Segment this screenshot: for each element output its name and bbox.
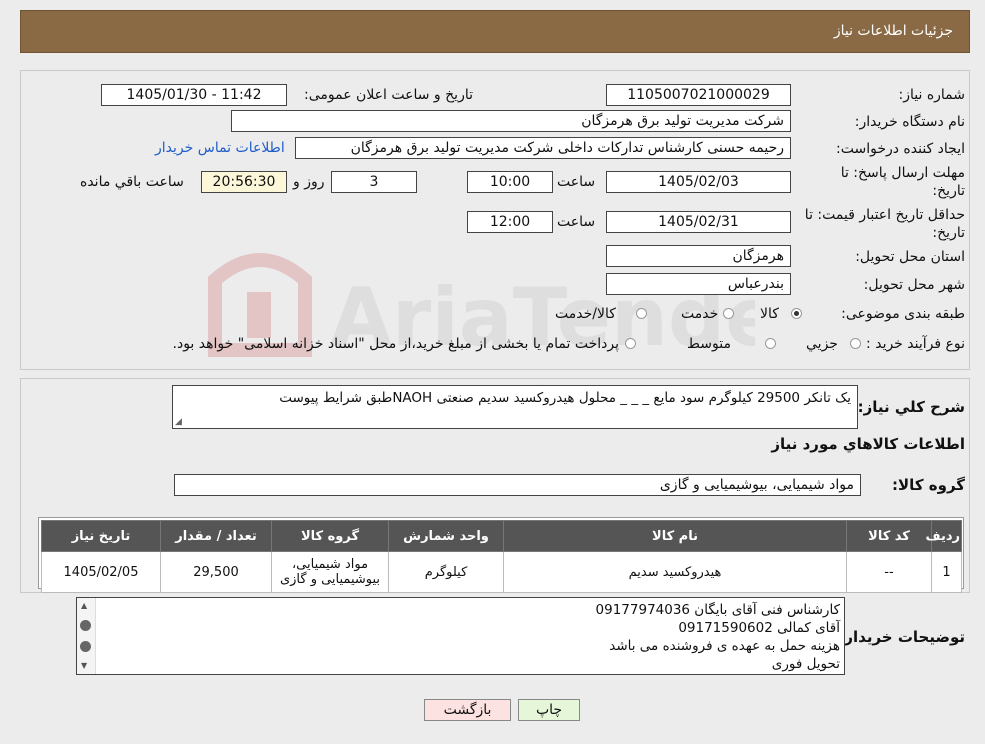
col-need-date: تاریخ نیاز xyxy=(41,520,161,552)
deadline-date-field: 1405/02/03 xyxy=(606,171,791,193)
goods-table: تاریخ نیاز تعداد / مقدار گروه کالا واحد … xyxy=(41,520,962,593)
description-text: یک تانکر 29500 کیلوگرم سود مایع _ _ _ مح… xyxy=(279,390,851,406)
cell-quantity: 29,500 xyxy=(160,551,272,593)
days-label: روز و xyxy=(293,174,325,190)
col-unit: واحد شمارش xyxy=(388,520,504,552)
scroll-thumb[interactable] xyxy=(80,620,91,631)
category-label: طبقه بندی موضوعی: xyxy=(841,306,965,322)
treasury-checkbox[interactable] xyxy=(625,338,636,349)
deadline-time-field: 10:00 xyxy=(467,171,553,193)
process-medium-label: متوسط xyxy=(687,336,731,352)
category-goods-radio[interactable] xyxy=(791,308,802,319)
goods-group-label: گروه کالا: xyxy=(892,476,965,494)
deadline-time-label: ساعت xyxy=(557,174,596,190)
category-service-label: خدمت xyxy=(681,306,719,322)
scroll-thumb-lower[interactable] xyxy=(80,641,91,652)
validity-time-label: ساعت xyxy=(557,214,596,230)
note-line: آقای کمالی 09171590602 xyxy=(678,620,840,636)
buyer-org-label: نام دستگاه خریدار: xyxy=(854,114,965,130)
description-label: شرح کلي نياز: xyxy=(857,398,965,416)
process-partial-label: جزیي xyxy=(806,336,838,352)
description-textarea[interactable]: یک تانکر 29500 کیلوگرم سود مایع _ _ _ مح… xyxy=(172,385,858,429)
col-goods-name: نام کالا xyxy=(503,520,847,552)
requester-field: رحیمه حسنی کارشناس تدارکات داخلی شرکت مد… xyxy=(295,137,791,159)
validity-time-field: 12:00 xyxy=(467,211,553,233)
process-medium-radio[interactable] xyxy=(765,338,776,349)
cell-goods-group: مواد شیمیایی، بیوشیمیایی و گازی xyxy=(271,551,389,593)
col-quantity: تعداد / مقدار xyxy=(160,520,272,552)
process-label: نوع فرآیند خرید : xyxy=(866,336,965,352)
buyer-notes-textarea[interactable]: ▲ ▼ کارشناس فنی آقای بایگان 09177974036 … xyxy=(76,597,845,675)
category-both-radio[interactable] xyxy=(636,308,647,319)
col-goods-code: کد کالا xyxy=(846,520,932,552)
announce-label: تاریخ و ساعت اعلان عمومی: xyxy=(304,87,473,103)
contact-info-link[interactable]: اطلاعات تماس خریدار xyxy=(155,140,285,156)
province-label: استان محل تحویل: xyxy=(855,249,965,265)
resize-handle-icon[interactable]: ◢ xyxy=(175,417,182,427)
deadline-label: مهلت ارسال پاسخ: تا xyxy=(840,165,965,181)
buyer-notes-label: توضیحات خریدار: xyxy=(838,628,965,646)
city-field: بندرعباس xyxy=(606,273,791,295)
deadline-label-date: تاریخ: xyxy=(932,183,965,199)
cell-goods-code: -- xyxy=(846,551,932,593)
table-header-row: تاریخ نیاز تعداد / مقدار گروه کالا واحد … xyxy=(41,520,962,552)
cell-unit: کیلوگرم xyxy=(388,551,504,593)
need-number-label: شماره نیاز: xyxy=(898,87,966,103)
table-row: 1405/02/05 29,500 مواد شیمیایی، بیوشیمیا… xyxy=(41,551,962,593)
col-goods-group: گروه کالا xyxy=(271,520,389,552)
validity-label: حداقل تاریخ اعتبار قیمت: تا xyxy=(804,207,965,223)
category-both-label: کالا/خدمت xyxy=(555,306,616,322)
print-button[interactable]: چاپ xyxy=(518,699,580,721)
remaining-time-field: 20:56:30 xyxy=(201,171,287,193)
announce-field: 1405/01/30 - 11:42 xyxy=(101,84,287,106)
buyer-org-field: شرکت مدیریت تولید برق هرمزگان xyxy=(231,110,791,132)
process-partial-radio[interactable] xyxy=(850,338,861,349)
category-service-radio[interactable] xyxy=(723,308,734,319)
note-line: هزینه حمل به عهده ی فروشنده می باشد xyxy=(609,638,840,654)
scroll-down-icon[interactable]: ▼ xyxy=(81,661,87,670)
cell-row-number: 1 xyxy=(931,551,962,593)
province-field: هرمزگان xyxy=(606,245,791,267)
validity-label-date: تاریخ: xyxy=(932,225,965,241)
goods-table-frame: تاریخ نیاز تعداد / مقدار گروه کالا واحد … xyxy=(38,517,964,593)
validity-date-field: 1405/02/31 xyxy=(606,211,791,233)
scroll-up-icon[interactable]: ▲ xyxy=(81,601,87,610)
back-button[interactable]: بازگشت xyxy=(424,699,511,721)
note-line: تحویل فوری xyxy=(771,656,840,672)
cell-goods-name: هیدروکسید سدیم xyxy=(503,551,847,593)
city-label: شهر محل تحویل: xyxy=(863,277,965,293)
buyer-notes-text: کارشناس فنی آقای بایگان 09177974036 آقای… xyxy=(596,601,840,673)
category-goods-label: کالا xyxy=(760,306,779,322)
notes-scrollbar[interactable]: ▲ ▼ xyxy=(77,598,96,674)
cell-need-date: 1405/02/05 xyxy=(41,551,161,593)
requester-label: ایجاد کننده درخواست: xyxy=(836,141,965,157)
goods-section-title: اطلاعات کالاهاي مورد نياز xyxy=(771,435,965,453)
col-row-number: ردیف xyxy=(925,520,962,552)
need-number-field: 1105007021000029 xyxy=(606,84,791,106)
days-field: 3 xyxy=(331,171,417,193)
page-title: جزئیات اطلاعات نیاز xyxy=(833,23,953,39)
goods-group-field: مواد شیمیایی، بیوشیمیایی و گازی xyxy=(174,474,861,496)
note-line: کارشناس فنی آقای بایگان 09177974036 xyxy=(595,602,840,618)
process-note: پرداخت تمام یا بخشی از مبلغ خرید،از محل … xyxy=(172,336,619,352)
remaining-label: ساعت باقي مانده xyxy=(80,174,184,190)
page-header: جزئیات اطلاعات نیاز xyxy=(20,10,970,53)
